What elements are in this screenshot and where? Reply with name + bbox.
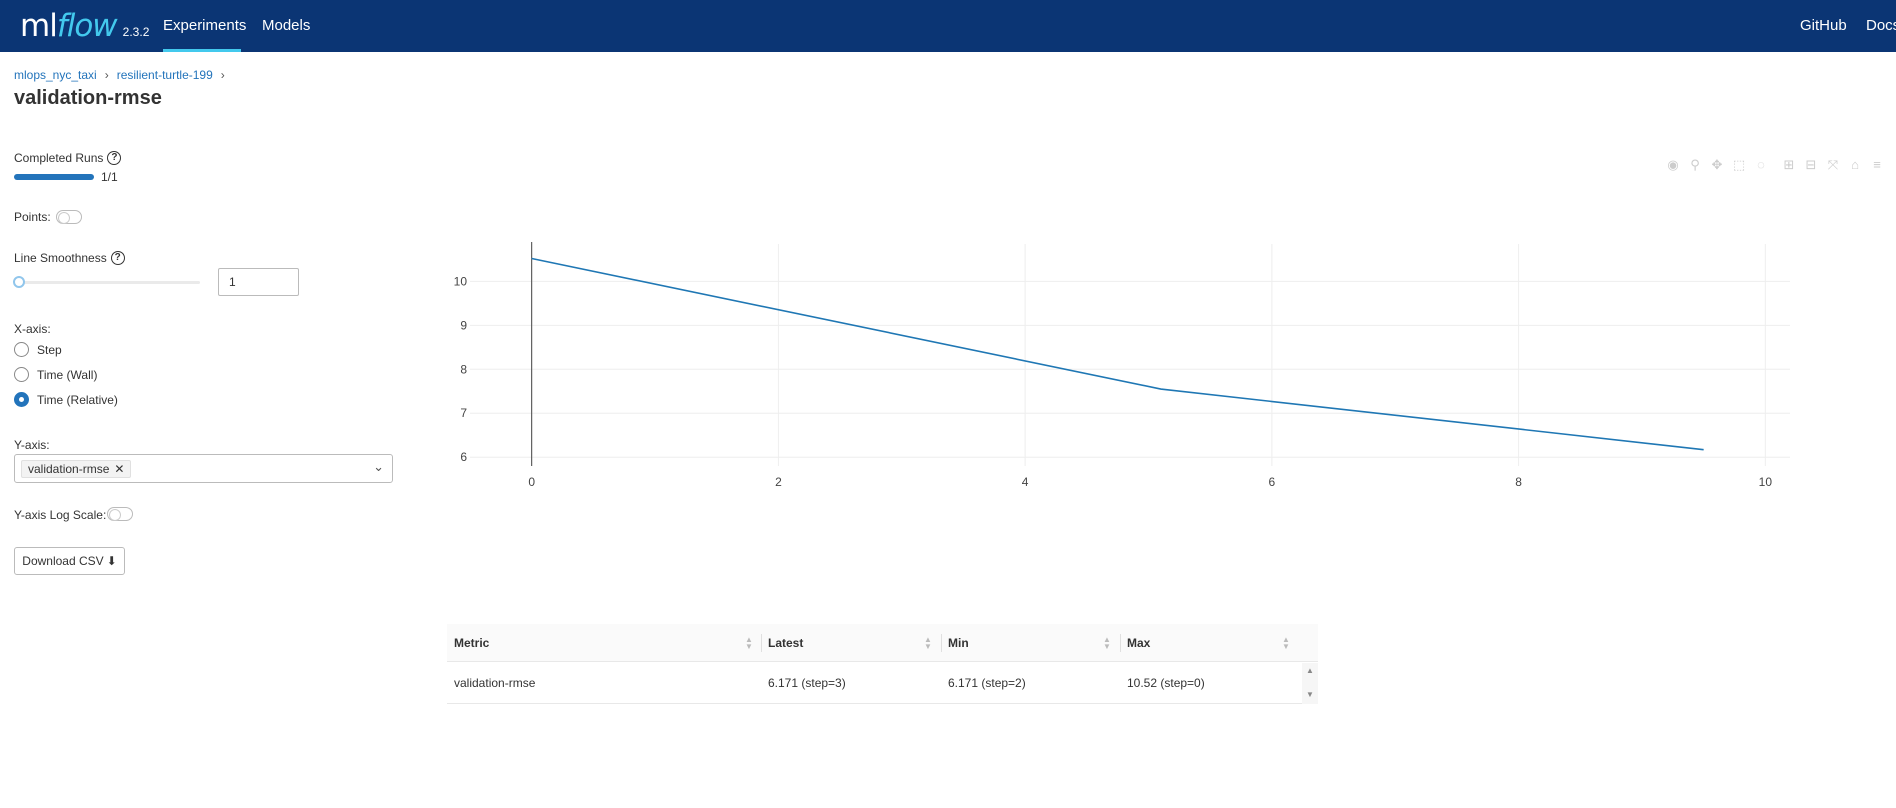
download-csv-label: Download CSV <box>22 554 104 568</box>
page-title: validation-rmse <box>14 87 162 109</box>
x-tick-label: 2 <box>775 475 782 489</box>
progress-fill <box>14 174 94 180</box>
smoothness-slider-handle[interactable] <box>13 276 25 288</box>
xaxis-option-time-wall-label: Time (Wall) <box>37 367 98 382</box>
version-label: 2.3.2 <box>122 25 150 39</box>
help-icon[interactable]: ? <box>107 151 122 165</box>
series-line <box>531 257 1704 451</box>
docs-link[interactable]: Docs <box>1866 0 1896 52</box>
completed-runs-label: Completed Runs ? <box>14 151 122 165</box>
logo-ml-text: ml <box>20 8 58 44</box>
y-tick-label: 8 <box>460 362 467 376</box>
box-select-icon[interactable]: ⬚ <box>1730 156 1748 174</box>
breadcrumb-experiment-link[interactable]: mlops_nyc_taxi <box>14 68 97 82</box>
mlflow-logo[interactable]: ml flow 2.3.2 <box>20 7 149 45</box>
yaxis-label: Y-axis: <box>14 438 50 452</box>
tab-experiments[interactable]: Experiments <box>163 0 246 52</box>
logo-flow-text: flow <box>56 8 118 44</box>
breadcrumb-separator: › <box>104 68 109 82</box>
plot-modebar: ◉ ⚲ ✥ ⬚ ◌ ⊞ ⊟ ⤧ ⌂ ≡ <box>1664 156 1886 174</box>
completed-runs-progress <box>14 174 94 180</box>
x-tick-label: 0 <box>528 475 535 489</box>
yaxis-selected-text: validation-rmse <box>28 462 110 476</box>
yaxis-selected-tag: validation-rmse ✕ <box>21 460 132 478</box>
xaxis-option-step-label: Step <box>37 342 62 357</box>
xaxis-label: X-axis: <box>14 322 51 336</box>
yaxis-select[interactable]: validation-rmse ✕ ⌄ <box>14 454 393 483</box>
zoom-icon[interactable]: ⚲ <box>1686 156 1704 174</box>
x-tick-label: 4 <box>1022 475 1029 489</box>
breadcrumb: mlops_nyc_taxi › resilient-turtle-199 › <box>14 68 225 82</box>
camera-icon[interactable]: ◉ <box>1664 156 1682 174</box>
xaxis-option-time-relative-label: Time (Relative) <box>37 392 118 407</box>
tab-models[interactable]: Models <box>262 0 310 52</box>
pan-icon[interactable]: ✥ <box>1708 156 1726 174</box>
xaxis-option-time-relative[interactable]: Time (Relative) <box>14 392 118 407</box>
table-scrollbar[interactable]: ▲ ▼ <box>1302 663 1318 704</box>
smoothness-input[interactable]: 1 <box>218 268 299 296</box>
radio-step[interactable] <box>14 342 29 357</box>
toggle-spike-icon[interactable]: ≡ <box>1868 156 1886 174</box>
breadcrumb-separator: › <box>220 68 225 82</box>
y-tick-label: 9 <box>460 318 467 332</box>
x-tick-label: 6 <box>1269 475 1276 489</box>
zoom-in-icon[interactable]: ⊞ <box>1780 156 1798 174</box>
top-navbar: ml flow 2.3.2 Experiments Models GitHub … <box>0 0 1896 52</box>
scroll-down-icon[interactable]: ▼ <box>1302 689 1318 701</box>
zoom-out-icon[interactable]: ⊟ <box>1802 156 1820 174</box>
y-tick-label: 10 <box>454 274 468 288</box>
autoscale-icon[interactable]: ⤧ <box>1824 156 1842 174</box>
radio-time-relative[interactable] <box>14 392 29 407</box>
lasso-select-icon[interactable]: ◌ <box>1752 156 1770 174</box>
line-smoothness-text: Line Smoothness <box>14 251 107 265</box>
y-tick-label: 6 <box>460 450 467 464</box>
github-link[interactable]: GitHub <box>1800 0 1847 52</box>
x-tick-label: 8 <box>1515 475 1522 489</box>
completed-runs-count: 1/1 <box>101 170 118 184</box>
download-icon: ⬇ <box>106 554 117 568</box>
close-icon[interactable]: ✕ <box>114 460 124 478</box>
metrics-table: Metric ▲ ▼ Latest ▲ ▼ Min ▲ ▼ Max ▲ ▼ valida… <box>447 624 1318 704</box>
cell-latest: 6.171 (step=3) <box>768 676 846 690</box>
points-label: Points: <box>14 210 51 224</box>
breadcrumb-run-link[interactable]: resilient-turtle-199 <box>117 68 213 82</box>
metric-line-chart: 0 2 4 6 8 10 6 7 8 9 10 <box>454 242 1790 489</box>
xaxis-option-time-wall[interactable]: Time (Wall) <box>14 367 97 382</box>
cell-min: 6.171 (step=2) <box>948 676 1026 690</box>
x-tick-label: 10 <box>1759 475 1773 489</box>
chevron-down-icon[interactable]: ⌄ <box>373 459 384 475</box>
cell-metric: validation-rmse <box>454 676 536 690</box>
xaxis-option-step[interactable]: Step <box>14 342 62 357</box>
cell-max: 10.52 (step=0) <box>1127 676 1205 690</box>
help-icon[interactable]: ? <box>110 251 125 265</box>
smoothness-slider-track[interactable] <box>14 281 200 284</box>
completed-runs-text: Completed Runs <box>14 151 104 165</box>
scroll-up-icon[interactable]: ▲ <box>1302 665 1318 677</box>
download-csv-button[interactable]: Download CSV ⬇ <box>14 547 125 575</box>
log-scale-toggle[interactable] <box>107 507 133 521</box>
radio-time-wall[interactable] <box>14 367 29 382</box>
reset-axes-icon[interactable]: ⌂ <box>1846 156 1864 174</box>
points-toggle[interactable] <box>56 210 82 224</box>
table-row: validation-rmse 6.171 (step=3) 6.171 (st… <box>447 624 1302 704</box>
log-scale-label: Y-axis Log Scale: <box>14 508 107 522</box>
line-smoothness-label: Line Smoothness ? <box>14 251 125 265</box>
y-tick-label: 7 <box>460 406 467 420</box>
